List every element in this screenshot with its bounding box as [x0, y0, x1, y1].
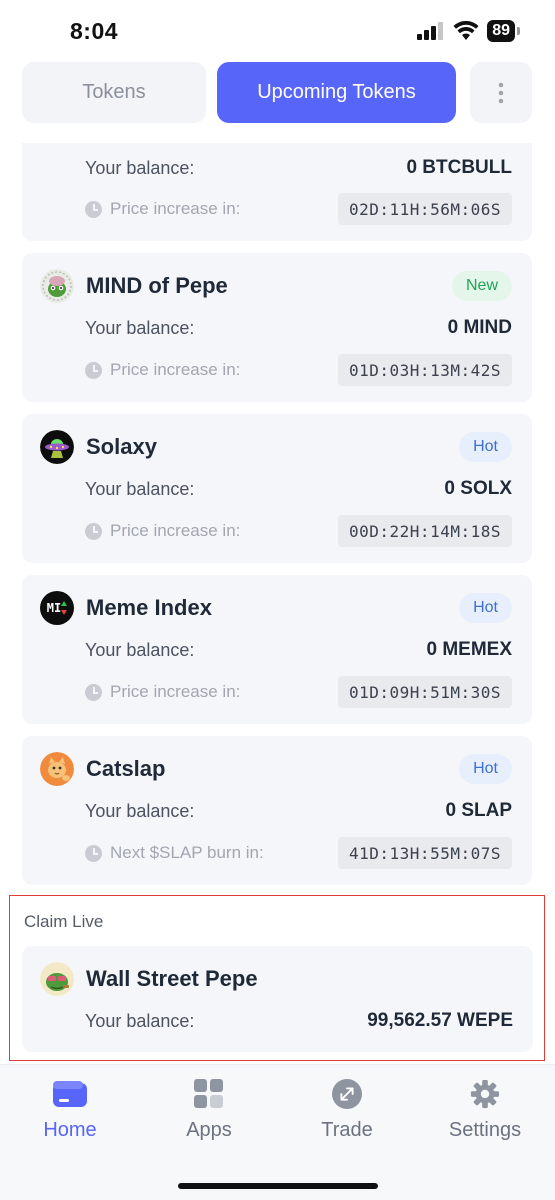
token-name: Meme Index [86, 595, 212, 620]
more-vertical-icon [498, 82, 504, 103]
nav-home[interactable]: Home [10, 1079, 130, 1142]
balance-value: 0 SLAP [445, 800, 512, 821]
nav-trade[interactable]: Trade [287, 1079, 407, 1142]
pepe-brain-icon [40, 269, 74, 303]
clock-icon [85, 844, 102, 862]
token-name: Catslap [86, 756, 166, 781]
timer-label: Price increase in: [85, 199, 240, 219]
token-name: Solaxy [86, 434, 157, 459]
wallet-icon [53, 1081, 87, 1107]
status-badge: Hot [459, 593, 512, 623]
claim-live-section: Claim Live Wall Street Pepe Your balance… [9, 895, 545, 1061]
timer-label: Price increase in: [85, 682, 240, 702]
card-header: MI Meme Index [40, 591, 212, 625]
card-header: Solaxy [40, 430, 157, 464]
token-card-meme-index[interactable]: MI Meme Index Hot Your balance: 0 MEMEX … [22, 575, 532, 724]
status-bar: 8:04 89 [0, 0, 555, 60]
countdown: 02D:11H:56M:06S [338, 193, 512, 225]
bottom-nav: Home Apps Trade Settings [0, 1064, 555, 1200]
wifi-icon [453, 21, 479, 40]
cat-icon [40, 752, 74, 786]
countdown: 41D:13H:55M:07S [338, 837, 512, 869]
nav-label: Settings [448, 1119, 522, 1141]
nav-label: Apps [186, 1119, 232, 1141]
status-icons: 89 [417, 20, 520, 42]
balance-value: 0 MEMEX [426, 639, 512, 660]
balance-value: 99,562.57 WEPE [367, 1010, 513, 1031]
balance-label: Your balance: [85, 157, 195, 178]
ufo-icon [40, 430, 74, 464]
clock-icon [85, 683, 102, 701]
tab-upcoming-tokens[interactable]: Upcoming Tokens [217, 62, 456, 123]
status-badge: Hot [459, 754, 512, 784]
balance-label: Your balance: [85, 1010, 195, 1031]
token-tabs: Tokens Upcoming Tokens [22, 62, 532, 123]
balance-label: Your balance: [85, 478, 195, 499]
timer-label: Price increase in: [85, 521, 240, 541]
balance-label: Your balance: [85, 639, 195, 660]
timer-label: Next $SLAP burn in: [85, 843, 264, 863]
balance-label: Your balance: [85, 800, 195, 821]
signal-icon [417, 22, 444, 40]
countdown: 01D:09H:51M:30S [338, 676, 512, 708]
status-badge: New [451, 271, 512, 301]
more-options-button[interactable] [470, 62, 532, 123]
apps-grid-icon [194, 1079, 223, 1108]
gear-icon [470, 1079, 500, 1109]
status-badge: Hot [459, 432, 512, 462]
balance-value: 0 MIND [447, 317, 512, 338]
balance-value: 0 BTCBULL [406, 157, 512, 178]
countdown: 00D:22H:14M:18S [338, 515, 512, 547]
countdown: 01D:03H:13M:42S [338, 354, 512, 386]
home-indicator [178, 1183, 378, 1189]
battery-icon: 89 [487, 20, 520, 42]
clock-icon [85, 361, 102, 379]
token-card-mind-of-pepe[interactable]: MIND of Pepe New Your balance: 0 MIND Pr… [22, 253, 532, 402]
timer-label: Price increase in: [85, 360, 240, 380]
card-header: Wall Street Pepe [40, 962, 258, 996]
token-card-catslap[interactable]: Catslap Hot Your balance: 0 SLAP Next $S… [22, 736, 532, 885]
trade-arrows-icon [332, 1079, 362, 1109]
claim-live-title: Claim Live [24, 912, 104, 931]
balance-value: 0 SOLX [444, 478, 512, 499]
status-time: 8:04 [70, 18, 119, 44]
token-card-wall-street-pepe[interactable]: Wall Street Pepe Your balance: 99,562.57… [22, 946, 533, 1052]
nav-apps[interactable]: Apps [149, 1079, 269, 1142]
clock-icon [85, 522, 102, 540]
mi-logo-icon: MI [40, 591, 74, 625]
nav-settings[interactable]: Settings [425, 1079, 545, 1142]
clock-icon [85, 200, 102, 218]
token-name: Wall Street Pepe [86, 966, 258, 991]
token-name: MIND of Pepe [86, 273, 228, 298]
token-card-btcbull[interactable]: Your balance: 0 BTCBULL Price increase i… [22, 143, 532, 241]
nav-label: Trade [321, 1119, 373, 1141]
balance-label: Your balance: [85, 317, 195, 338]
card-header: MIND of Pepe [40, 269, 228, 303]
wall-street-pepe-icon [40, 962, 74, 996]
token-card-solaxy[interactable]: Solaxy Hot Your balance: 0 SOLX Price in… [22, 414, 532, 563]
tab-tokens[interactable]: Tokens [22, 62, 206, 123]
nav-label: Home [43, 1119, 97, 1141]
card-header: Catslap [40, 752, 165, 786]
